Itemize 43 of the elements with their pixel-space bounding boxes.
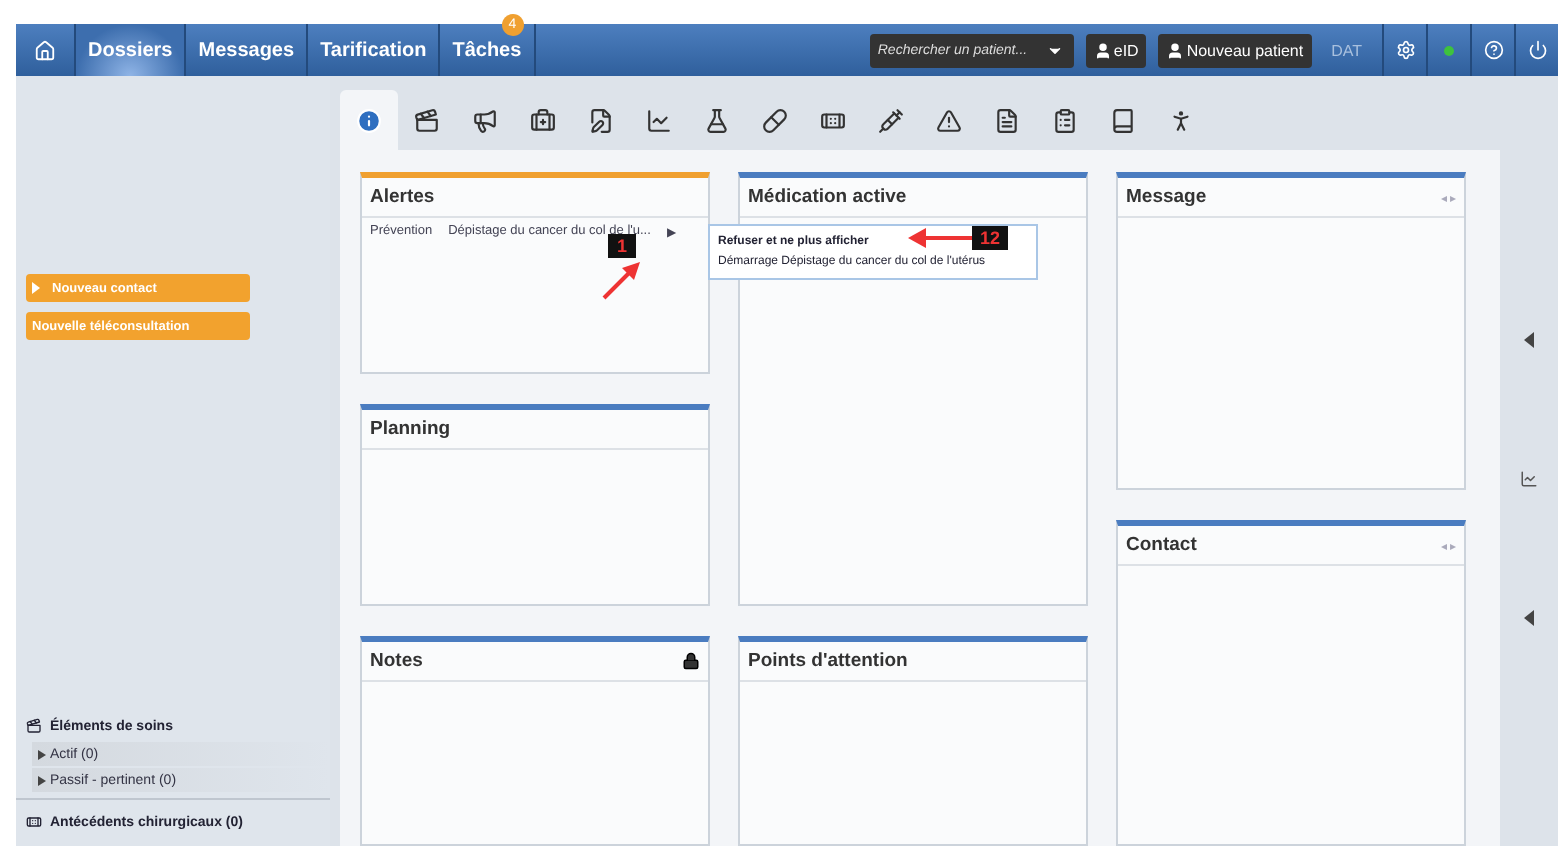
bandage-icon bbox=[820, 107, 846, 133]
toolbar-tab[interactable] bbox=[340, 90, 398, 150]
card-title: Message bbox=[1126, 186, 1207, 208]
warning-icon bbox=[936, 107, 962, 133]
collapse-arrow-icon[interactable] bbox=[1524, 331, 1534, 347]
chart-icon bbox=[646, 107, 672, 133]
user-icon bbox=[1093, 41, 1112, 59]
person-icon bbox=[1168, 107, 1194, 133]
medical-kit-icon bbox=[530, 107, 556, 133]
annotation-label: 12 bbox=[972, 226, 1009, 250]
flask-icon bbox=[704, 107, 730, 133]
help-icon bbox=[1483, 40, 1503, 60]
annotation-arrow bbox=[600, 258, 644, 302]
clipboard-icon bbox=[1052, 107, 1078, 133]
annotation-arrow bbox=[908, 228, 972, 248]
card-title: Contact bbox=[1126, 534, 1197, 556]
chart-icon[interactable] bbox=[1520, 469, 1538, 487]
home-icon bbox=[34, 39, 56, 61]
bandage-icon bbox=[26, 814, 42, 830]
power-icon bbox=[1527, 40, 1547, 60]
syringe-icon bbox=[878, 107, 904, 133]
nav-tab[interactable]: Dossiers bbox=[76, 24, 187, 76]
pill-icon bbox=[762, 107, 788, 133]
dat-label: DAT bbox=[1331, 41, 1362, 59]
clapperboard-icon bbox=[26, 718, 42, 734]
eid-button[interactable]: eID bbox=[1085, 33, 1147, 67]
card-title: Points d'attention bbox=[748, 650, 908, 672]
settings-icon bbox=[1395, 40, 1415, 60]
megaphone-icon bbox=[472, 107, 498, 133]
document-icon bbox=[994, 107, 1020, 133]
annotation-label: 1 bbox=[608, 234, 635, 258]
card-title: Alertes bbox=[370, 186, 435, 208]
book-icon bbox=[1110, 107, 1136, 133]
user-icon bbox=[1166, 41, 1185, 59]
card-title: Notes bbox=[370, 650, 423, 672]
document-edit-icon bbox=[588, 107, 614, 133]
new-patient-button[interactable]: Nouveau patient bbox=[1158, 33, 1312, 67]
clapperboard-icon bbox=[414, 107, 440, 133]
card-title: Planning bbox=[370, 418, 451, 440]
info-icon bbox=[356, 107, 382, 133]
collapse-arrow-icon[interactable] bbox=[1524, 609, 1534, 625]
card-title: Médication active bbox=[748, 186, 907, 208]
caret-icon bbox=[32, 282, 40, 294]
